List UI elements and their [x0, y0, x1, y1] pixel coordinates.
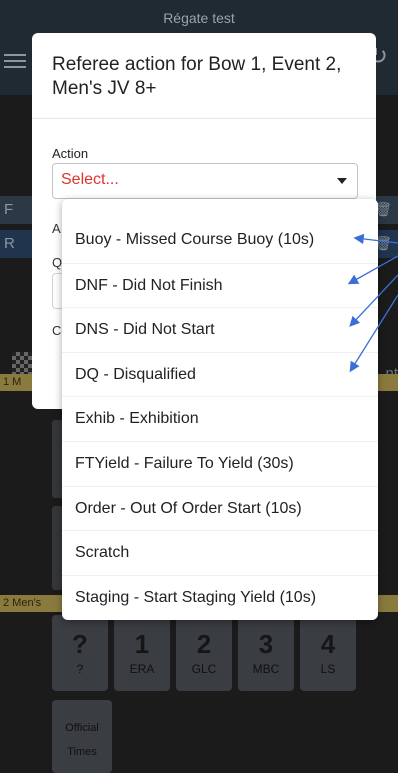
annotation-arrow-icon — [347, 255, 398, 285]
annotation-arrows — [347, 233, 398, 373]
annotation-arrow-icon — [353, 233, 398, 245]
annotation-arrow-icon — [349, 274, 398, 327]
annotation-arrow-icon — [349, 294, 398, 373]
